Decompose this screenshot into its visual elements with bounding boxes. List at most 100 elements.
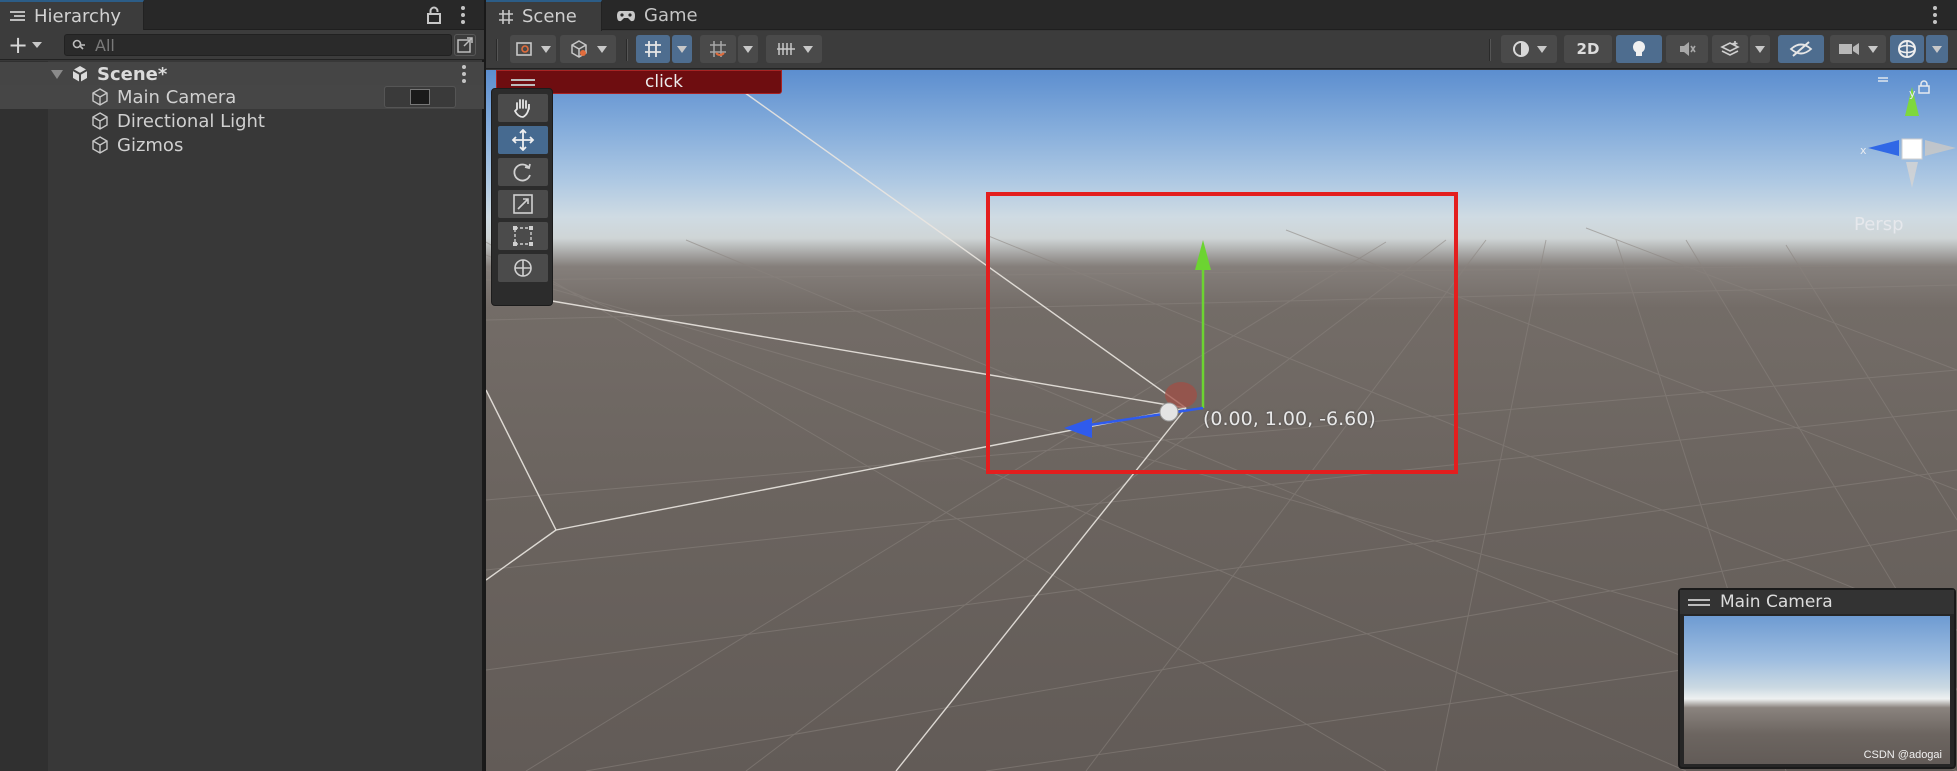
gizmos-button[interactable]: [1890, 35, 1924, 63]
tab-hierarchy[interactable]: Hierarchy: [0, 0, 144, 31]
gameobject-cube-icon: [92, 112, 108, 130]
camera-preview-render: [1684, 616, 1950, 764]
hierarchy-more-icon[interactable]: [460, 6, 466, 24]
lock-icon[interactable]: [426, 6, 442, 24]
scene-camera-button[interactable]: [1830, 35, 1886, 63]
toggle-2d-button[interactable]: 2D: [1564, 35, 1612, 63]
effects-dropdown[interactable]: [1750, 35, 1770, 63]
chevron-down-icon: [541, 45, 551, 53]
axis-z-arrow-icon: [1064, 418, 1092, 438]
tab-scene[interactable]: Scene: [486, 0, 602, 31]
chevron-down-icon: [677, 45, 687, 53]
chevron-down-icon: [1537, 45, 1547, 53]
gizmo-lock-icon[interactable]: [1918, 80, 1930, 94]
scene-visibility-toggle[interactable]: [1778, 35, 1824, 63]
axis-y-arrow-icon: [1195, 240, 1211, 270]
tree-item-gizmos[interactable]: Gizmos: [0, 133, 484, 157]
watermark-text: CSDN @adogai: [1863, 749, 1942, 761]
video-camera-icon: [1839, 43, 1859, 55]
draw-mode-button[interactable]: [510, 35, 556, 63]
search-icon: [72, 39, 85, 50]
hierarchy-panel: Hierarchy + Scene*: [0, 0, 484, 771]
increment-snap-dropdown[interactable]: [738, 35, 758, 63]
rect-transform-icon: [513, 226, 533, 246]
camera-preview-header[interactable]: Main Camera: [1680, 590, 1954, 614]
effects-button[interactable]: [1712, 35, 1748, 63]
scene-more-icon[interactable]: [461, 65, 467, 83]
rotate-tool[interactable]: [498, 158, 548, 186]
scene-viewport[interactable]: click (0.00, 1.00, -6.60) y x Persp Main…: [486, 70, 1957, 771]
audio-toggle-button[interactable]: [1666, 35, 1708, 63]
tree-item-label: Scene*: [97, 63, 168, 85]
gizmos-sphere-icon: [1898, 40, 1916, 58]
transform-tool[interactable]: [498, 254, 548, 282]
camera-preview-title: Main Camera: [1720, 592, 1833, 612]
toolbar-separator: [1489, 39, 1491, 61]
shaded-draw-icon: [516, 42, 532, 56]
grid-snap-icon: [645, 41, 661, 57]
chevron-down-icon: [1868, 45, 1878, 53]
add-object-button[interactable]: +: [8, 33, 50, 57]
tab-game[interactable]: Game: [604, 0, 714, 31]
gamepad-icon: [617, 10, 635, 21]
position-readout: (0.00, 1.00, -6.60): [1203, 408, 1376, 430]
orientation-gizmo[interactable]: y x: [1796, 70, 1956, 270]
render-mode-button[interactable]: [560, 35, 616, 63]
hierarchy-list-icon: [10, 11, 25, 22]
tree-item-directional-light[interactable]: Directional Light: [0, 109, 484, 133]
toolbar-separator: [626, 39, 628, 61]
chevron-down-icon: [1755, 45, 1765, 53]
hierarchy-gutter: [0, 61, 48, 771]
lightbulb-icon: [1633, 41, 1645, 56]
tree-item-main-camera[interactable]: Main Camera: [0, 85, 484, 109]
scale-tool[interactable]: [498, 190, 548, 218]
chevron-down-icon: [1932, 45, 1942, 53]
scene-more-icon[interactable]: [1932, 6, 1938, 24]
frame-icon: [457, 37, 473, 53]
increment-snap-button[interactable]: [700, 35, 736, 63]
scene-toolbar: 2D: [486, 31, 1957, 69]
lighting-toggle-button[interactable]: [1616, 35, 1662, 63]
hierarchy-tab-bar: Hierarchy: [0, 0, 484, 31]
hidden-eye-icon: [1789, 41, 1813, 57]
increment-snap-icon: [710, 41, 726, 57]
grid-snapping-button[interactable]: [636, 35, 670, 63]
axis-neg-y-cone-icon: [1906, 162, 1918, 188]
hand-icon: [513, 99, 530, 118]
tools-overlay: [491, 88, 553, 306]
axis-y-label: y: [1909, 87, 1916, 100]
layers-effects-icon: [1720, 41, 1740, 56]
gizmo-center-cube-icon: [1901, 138, 1923, 160]
gizmos-dropdown[interactable]: [1926, 35, 1948, 63]
drag-grip-icon[interactable]: [511, 79, 535, 86]
tree-item-label: Gizmos: [117, 134, 184, 156]
gizmo-grip-icon: [1878, 77, 1888, 82]
gameobject-cube-icon: [92, 136, 108, 154]
camera-preview-thumbnail: [384, 86, 456, 108]
rect-tool[interactable]: [498, 222, 548, 250]
foldout-arrow-icon[interactable]: [51, 70, 63, 79]
toggle-2d-label: 2D: [1576, 40, 1600, 58]
chevron-down-icon: [32, 42, 43, 48]
grid-ruler-icon: [777, 43, 795, 55]
scene-visibility-button[interactable]: [454, 34, 476, 56]
hand-tool[interactable]: [498, 94, 548, 122]
projection-label[interactable]: Persp: [1854, 214, 1904, 235]
axis-neg-x-cone-icon: [1925, 140, 1956, 156]
tree-item-scene[interactable]: Scene*: [0, 62, 484, 86]
hierarchy-tree: Scene* Main Camera Directional Light Giz…: [0, 61, 484, 771]
grid-visibility-button[interactable]: [766, 35, 822, 63]
cube-render-icon: [571, 40, 587, 58]
drag-grip-icon[interactable]: [1688, 598, 1710, 606]
chevron-down-icon: [597, 45, 607, 53]
hierarchy-search-input[interactable]: [64, 34, 452, 56]
move-tool[interactable]: [498, 126, 548, 154]
tab-game-label: Game: [644, 5, 698, 26]
grid-snapping-dropdown[interactable]: [672, 35, 692, 63]
hierarchy-tab-label: Hierarchy: [34, 6, 122, 27]
shading-mode-button[interactable]: [1501, 35, 1557, 63]
toolbar-separator: [496, 39, 498, 61]
tab-scene-label: Scene: [522, 6, 577, 27]
scene-tab-bar: Scene Game: [486, 0, 1957, 31]
chevron-down-icon: [743, 45, 753, 53]
